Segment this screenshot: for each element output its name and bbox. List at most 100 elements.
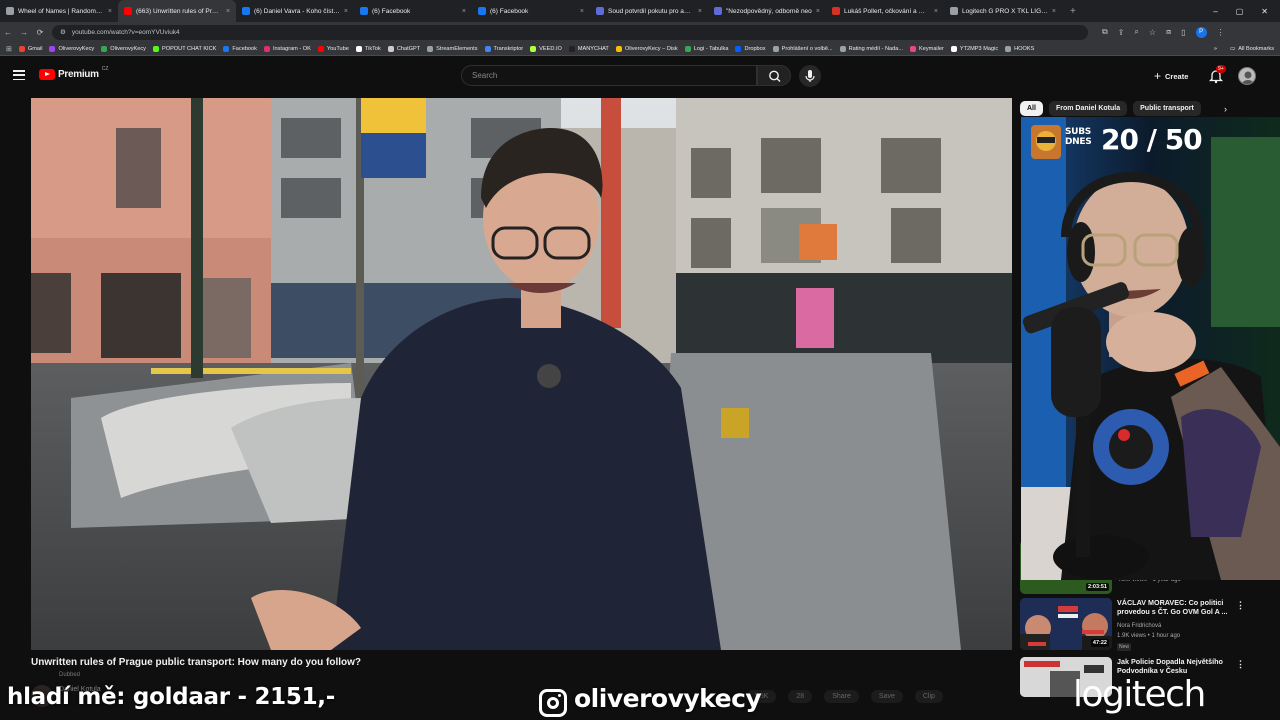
forward-icon[interactable]: →: [16, 28, 32, 37]
bookmark-label: ChatGPT: [396, 45, 421, 52]
chip-public-transport[interactable]: Public transport: [1133, 101, 1201, 116]
new-tab-button[interactable]: +: [1062, 0, 1084, 22]
bookmark-favicon-icon: [387, 45, 394, 52]
chip-all[interactable]: All: [1020, 101, 1043, 116]
browser-tab[interactable]: Wheel of Names | Random nam ×: [0, 0, 118, 22]
bookmarks-overflow-icon[interactable]: »: [1214, 46, 1217, 52]
bookmark-item[interactable]: YouTube: [317, 45, 349, 52]
list-item[interactable]: 47:22 VÁCLAV MORAVEC: Co politici proved…: [1020, 598, 1280, 653]
bookmark-favicon-icon: [427, 45, 434, 52]
browser-tab[interactable]: (663) Unwritten rules of Prague ×: [118, 0, 236, 22]
browser-tab[interactable]: (6) Facebook ×: [354, 0, 472, 22]
more-options-icon[interactable]: ⋮: [1236, 659, 1245, 670]
extensions-icon[interactable]: ⧈: [1166, 27, 1171, 37]
profile-avatar[interactable]: P: [1195, 26, 1207, 38]
channel-name[interactable]: Nora Fridrichová: [1117, 623, 1161, 629]
video-frame: [31, 98, 1012, 650]
more-options-icon[interactable]: ⋮: [1236, 600, 1245, 611]
browser-tab[interactable]: (6) Daniel Vavra - Koho číst a s ×: [236, 0, 354, 22]
bookmark-item[interactable]: ChatGPT: [387, 45, 421, 52]
search-input[interactable]: Search: [461, 65, 757, 86]
bookmark-item[interactable]: VEED.IO: [530, 45, 562, 52]
chip-from-channel[interactable]: From Daniel Kotula: [1048, 101, 1128, 116]
bookmark-star-icon[interactable]: ☆: [1149, 28, 1156, 37]
browser-tab[interactable]: Soud potvrdil pokutu pro advo ×: [590, 0, 708, 22]
bookmark-item[interactable]: Facebook: [223, 45, 257, 52]
video-title[interactable]: Jak Policie Dopadla Největšího Podvodník…: [1117, 657, 1251, 675]
browser-tab[interactable]: "Nezodpovědný, odborně neo ×: [708, 0, 826, 22]
bookmark-item[interactable]: Rating médií - Nada...: [839, 45, 903, 52]
bookmark-item[interactable]: Prohlášení o volbě...: [772, 45, 833, 52]
video-title[interactable]: VÁCLAV MORAVEC: Co politici provedou s Č…: [1117, 598, 1251, 616]
youtube-play-icon: [39, 69, 55, 80]
bookmark-item[interactable]: YT2MP3 Magic: [950, 45, 998, 52]
search-icon: [769, 70, 781, 82]
list-item[interactable]: 2:03:51 4.8M views • 1 year ago: [1020, 540, 1280, 594]
browser-menu-icon[interactable]: ⋮: [1217, 28, 1225, 37]
bookmark-item[interactable]: POPOUT CHAT KICK: [152, 45, 216, 52]
close-window-button[interactable]: ✕: [1261, 7, 1268, 16]
account-avatar[interactable]: [1238, 67, 1256, 85]
bookmark-item[interactable]: HOOKS: [1005, 45, 1034, 52]
bookmark-item[interactable]: OliverovyKecy: [101, 45, 146, 52]
chevron-right-icon[interactable]: ›: [1224, 104, 1227, 114]
bookmark-item[interactable]: Dropbox: [735, 45, 766, 52]
tab-favicon-icon: [124, 7, 132, 15]
tab-close-icon[interactable]: ×: [344, 8, 348, 15]
share-button[interactable]: Share: [824, 690, 859, 703]
bookmark-favicon-icon: [684, 45, 691, 52]
bookmark-item[interactable]: OliverovyKecy: [49, 45, 94, 52]
install-app-icon[interactable]: ⧉: [1102, 27, 1108, 37]
voice-search-button[interactable]: [799, 65, 821, 87]
bookmark-item[interactable]: MANYCHAT: [568, 45, 609, 52]
create-button[interactable]: + Create: [1146, 67, 1196, 85]
site-info-icon[interactable]: ⚙: [60, 28, 66, 36]
tab-close-icon[interactable]: ×: [580, 8, 584, 15]
tab-close-icon[interactable]: ×: [698, 8, 702, 15]
bookmark-item[interactable]: TikTok: [355, 45, 381, 52]
browser-tab[interactable]: Logitech G PRO X TKL LIGHTSP ×: [944, 0, 1062, 22]
bookmark-item[interactable]: OliverovyKecy – Disk: [615, 45, 678, 52]
bookmark-item[interactable]: Instagram - OK: [263, 45, 311, 52]
zoom-icon[interactable]: ⌕: [1134, 27, 1138, 37]
bookmark-favicon-icon: [355, 45, 362, 52]
search-button[interactable]: [757, 65, 791, 86]
youtube-premium-logo[interactable]: Premium CZ: [39, 66, 108, 80]
share-icon[interactable]: ⇪: [1118, 28, 1125, 37]
tab-title: Logitech G PRO X TKL LIGHTSP: [962, 7, 1048, 15]
bookmark-item[interactable]: Keymailer: [910, 45, 944, 52]
bookmark-label: OliverovyKecy – Disk: [624, 45, 678, 52]
bookmark-item[interactable]: StreamElements: [427, 45, 478, 52]
browser-tab[interactable]: (6) Facebook ×: [472, 0, 590, 22]
reload-icon[interactable]: ⟳: [32, 28, 48, 37]
video-thumbnail[interactable]: 47:22: [1020, 598, 1112, 650]
tab-favicon-icon: [950, 7, 958, 15]
maximize-button[interactable]: ▢: [1236, 7, 1244, 16]
video-player[interactable]: [31, 98, 1012, 650]
tab-close-icon[interactable]: ×: [108, 8, 112, 15]
bookmark-favicon-icon: [1005, 45, 1012, 52]
minimize-button[interactable]: –: [1213, 7, 1217, 16]
bookmark-label: Dropbox: [744, 45, 766, 52]
comment-count-button[interactable]: 28: [788, 690, 813, 703]
apps-grid-icon[interactable]: ⊞: [6, 45, 12, 53]
back-icon[interactable]: ←: [0, 28, 16, 37]
bookmark-favicon-icon: [317, 45, 324, 52]
bookmark-item[interactable]: Gmail: [18, 45, 42, 52]
tab-close-icon[interactable]: ×: [934, 8, 938, 15]
address-bar[interactable]: ⚙ youtube.com/watch?v=eomYVUviuk4: [52, 24, 1088, 40]
menu-icon[interactable]: [13, 70, 25, 80]
browser-tab[interactable]: Lukáš Pollert, očkování a muta ×: [826, 0, 944, 22]
side-panel-icon[interactable]: ▯: [1181, 28, 1185, 37]
bookmark-item[interactable]: Transkriptor: [484, 45, 523, 52]
all-bookmarks-button[interactable]: » ▭ All Bookmarks: [1207, 42, 1274, 55]
tab-close-icon[interactable]: ×: [1052, 8, 1056, 15]
tab-close-icon[interactable]: ×: [226, 8, 230, 15]
tab-close-icon[interactable]: ×: [462, 8, 466, 15]
save-button[interactable]: Save: [870, 690, 903, 703]
bookmark-label: Logi - Tabulka: [693, 45, 729, 52]
tab-close-icon[interactable]: ×: [816, 8, 820, 15]
bookmark-label: OliverovyKecy: [110, 45, 146, 52]
bookmark-item[interactable]: Logi - Tabulka: [684, 45, 729, 52]
clip-button[interactable]: Clip: [914, 690, 943, 703]
